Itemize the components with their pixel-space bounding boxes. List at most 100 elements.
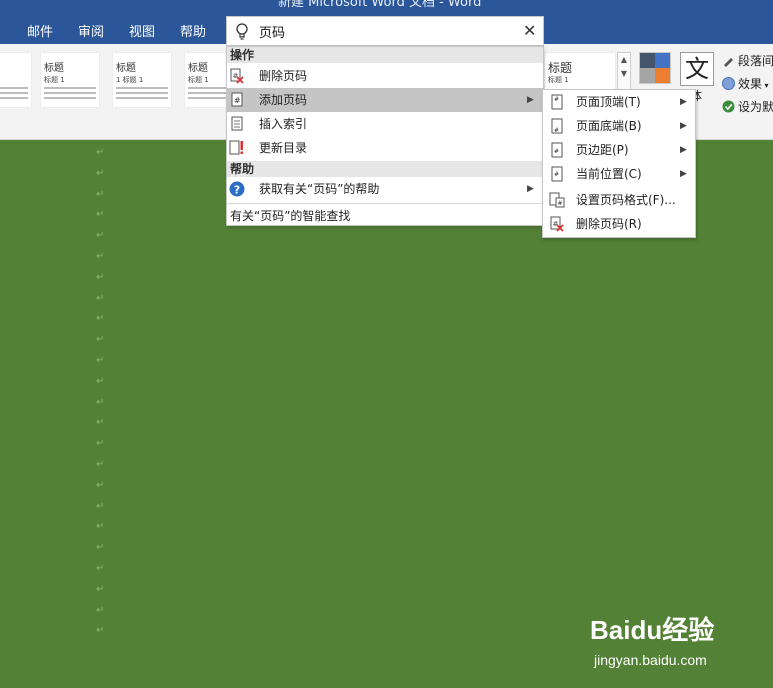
- theme-fonts-icon[interactable]: 文: [680, 52, 714, 86]
- menu-item-get-help[interactable]: ? 获取有关“页码”的帮助 ▶: [227, 177, 543, 201]
- effects-icon: [722, 77, 735, 90]
- submenu-item-top-of-page[interactable]: # 页面顶端(T) ▶: [543, 90, 695, 114]
- style-heading: 标题: [44, 63, 64, 74]
- style-sub: 1 标题 1: [116, 76, 144, 84]
- svg-text:#: #: [554, 127, 559, 134]
- menu-item-update-toc[interactable]: 更新目录: [227, 136, 543, 160]
- paragraph-mark: ↵: [96, 334, 105, 345]
- paragraph-mark: ↵: [96, 147, 105, 158]
- svg-text:?: ?: [234, 184, 240, 197]
- paragraph-mark: ↵: [96, 501, 105, 512]
- menu-item-add-page-number[interactable]: # 添加页码 ▶: [227, 88, 543, 112]
- paragraph-mark: ↵: [96, 313, 105, 324]
- submenu-item-current-position[interactable]: # 当前位置(C) ▶: [543, 162, 695, 186]
- chevron-right-icon: ▶: [527, 95, 534, 105]
- menu-item-delete-page-number[interactable]: # 删除页码: [227, 64, 543, 88]
- lightbulb-icon: [235, 23, 249, 41]
- paragraph-mark: ↵: [96, 397, 105, 408]
- search-results-dropdown: 操作 # 删除页码 # 添加页码 ▶ 插入索引 更新目录 帮助 ? 获取有关“页…: [226, 46, 544, 226]
- style-heading: 标题: [188, 63, 208, 74]
- help-section-header: 帮助: [227, 161, 543, 177]
- tab-help[interactable]: 帮助: [180, 21, 206, 40]
- menu-item-label: 插入索引: [259, 117, 308, 131]
- delete-page-number-icon: #: [229, 68, 245, 84]
- svg-text:#: #: [554, 171, 559, 178]
- text-cursor: [97, 640, 98, 658]
- paragraph-mark: ↵: [96, 584, 105, 595]
- paragraph-mark: ↵: [96, 521, 105, 532]
- page-number-icon: #: [549, 118, 565, 134]
- paragraph-mark: ↵: [96, 542, 105, 553]
- submenu-item-bottom-of-page[interactable]: # 页面底端(B) ▶: [543, 114, 695, 138]
- svg-text:#: #: [234, 96, 241, 105]
- style-sub: 标题 1: [44, 76, 65, 84]
- svg-text:#: #: [554, 96, 559, 103]
- theme-colors-icon[interactable]: [639, 52, 671, 84]
- menu-item-label: 删除页码: [259, 69, 308, 83]
- style-heading: 标题: [116, 63, 136, 74]
- delete-page-number-icon: #: [549, 216, 565, 232]
- style-gallery-item[interactable]: 标题: [0, 52, 32, 108]
- paragraph-mark: ↵: [96, 563, 105, 574]
- paragraph-spacing-button[interactable]: 段落间: [722, 52, 773, 69]
- submenu-item-page-margins[interactable]: # 页边距(P) ▶: [543, 138, 695, 162]
- effects-label: 效果: [738, 77, 763, 91]
- style-sub: 标题 1: [548, 76, 569, 84]
- chevron-right-icon: ▶: [680, 97, 687, 107]
- pen-icon: [722, 54, 735, 67]
- tell-me-search: ✕: [226, 16, 544, 46]
- tab-view[interactable]: 视图: [129, 21, 155, 40]
- chevron-right-icon: ▶: [680, 121, 687, 131]
- style-gallery-item[interactable]: 标题 1 标题 1: [112, 52, 172, 108]
- set-default-label: 设为默: [738, 100, 773, 114]
- add-page-number-icon: #: [229, 92, 245, 108]
- page-number-icon: #: [549, 94, 565, 110]
- format-page-number-icon: #: [549, 192, 565, 208]
- paragraph-mark: ↵: [96, 251, 105, 262]
- tab-review[interactable]: 审阅: [78, 21, 104, 40]
- paragraph-mark: ↵: [96, 376, 105, 387]
- paragraph-mark: ↵: [96, 438, 105, 449]
- search-input[interactable]: [259, 21, 509, 41]
- paragraph-mark: ↵: [96, 168, 105, 179]
- smart-lookup-link[interactable]: 有关“页码”的智能查找: [227, 203, 543, 227]
- update-toc-icon: [229, 140, 245, 156]
- chevron-right-icon: ▶: [680, 145, 687, 155]
- effects-button[interactable]: 效果 ▾: [722, 75, 769, 92]
- page-number-icon: #: [549, 142, 565, 158]
- paragraph-mark: ↵: [96, 417, 105, 428]
- style-heading: 标题: [548, 61, 573, 75]
- style-sub: 标题 1: [188, 76, 209, 84]
- paragraph-spacing-label: 段落间: [738, 54, 773, 68]
- paragraph-mark: ↵: [96, 209, 105, 220]
- page-number-icon: #: [549, 166, 565, 182]
- check-icon: [722, 100, 735, 113]
- menu-item-label: 获取有关“页码”的帮助: [259, 182, 380, 196]
- submenu-item-label: 页面底端(B): [576, 119, 642, 133]
- actions-section-header: 操作: [227, 47, 543, 63]
- paragraph-mark: ↵: [96, 459, 105, 470]
- menu-item-label: 添加页码: [259, 93, 308, 107]
- menu-item-label: 更新目录: [259, 141, 308, 155]
- paragraph-mark: ↵: [96, 355, 105, 366]
- close-icon[interactable]: ✕: [523, 21, 536, 40]
- submenu-item-label: 删除页码(R): [576, 217, 642, 231]
- paragraph-mark: ↵: [96, 272, 105, 283]
- submenu-item-label: 当前位置(C): [576, 167, 642, 181]
- svg-text:#: #: [554, 148, 559, 155]
- style-gallery-item[interactable]: 标题 标题 1: [40, 52, 100, 108]
- set-default-button[interactable]: 设为默: [722, 98, 773, 115]
- paragraph-mark: ↵: [96, 293, 105, 304]
- chevron-right-icon: ▶: [680, 169, 687, 179]
- watermark-logo: Baidu经验: [590, 615, 715, 645]
- svg-text:#: #: [558, 200, 563, 207]
- submenu-item-remove-page-numbers[interactable]: # 删除页码(R): [543, 212, 695, 236]
- paragraph-mark: ↵: [96, 625, 105, 636]
- window-title: 新建 Microsoft Word 文档 - Word: [278, 0, 482, 10]
- submenu-item-format-page-numbers[interactable]: # 设置页码格式(F)...: [543, 188, 695, 212]
- paragraph-mark: ↵: [96, 230, 105, 241]
- menu-item-insert-index[interactable]: 插入索引: [227, 112, 543, 136]
- paragraph-mark: ↵: [96, 605, 105, 616]
- help-icon: ?: [229, 181, 245, 197]
- tab-mailings[interactable]: 邮件: [27, 21, 53, 40]
